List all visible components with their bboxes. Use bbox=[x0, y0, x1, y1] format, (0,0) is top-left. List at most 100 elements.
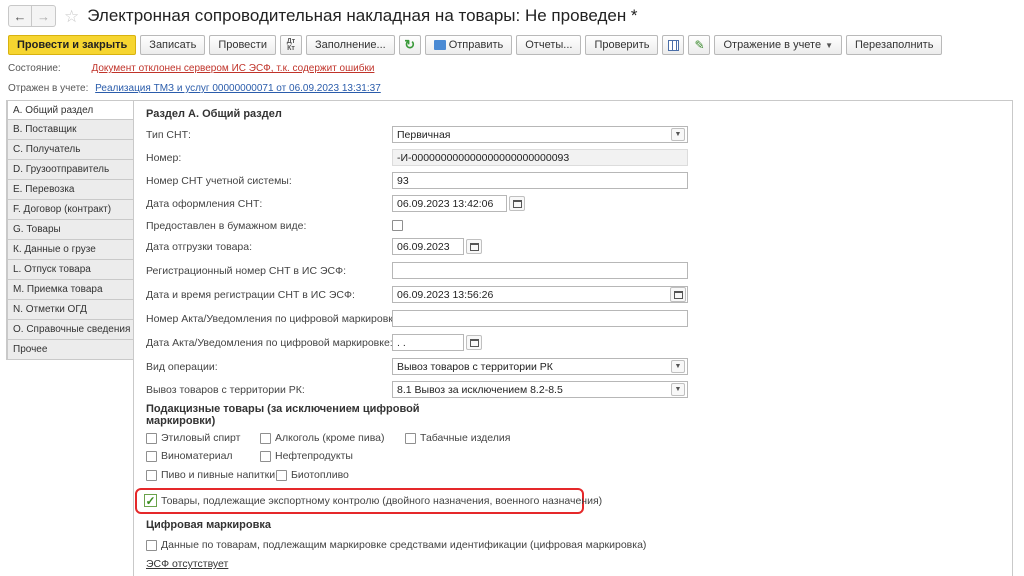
snt-type-value: Первичная bbox=[397, 128, 451, 141]
state-line: Состояние: Документ отклонен сервером ИС… bbox=[8, 63, 374, 74]
act-number-label: Номер Акта/Уведомления по цифровой марки… bbox=[146, 313, 402, 325]
section-tabs: А. Общий раздел В. Поставщик С. Получате… bbox=[6, 100, 134, 360]
act-date-label: Дата Акта/Уведомления по цифровой маркир… bbox=[146, 337, 393, 349]
operation-value: Вывоз товаров с территории РК bbox=[397, 360, 553, 373]
post-button[interactable]: Провести bbox=[209, 35, 276, 55]
reflected-link[interactable]: Реализация ТМЗ и услуг 00000000071 от 06… bbox=[95, 83, 381, 94]
refill-button[interactable]: Перезаполнить bbox=[846, 35, 943, 55]
calendar-icon[interactable] bbox=[466, 239, 482, 254]
snt-type-label: Тип СНТ: bbox=[146, 129, 191, 141]
issue-date-label: Дата оформления СНТ: bbox=[146, 198, 263, 210]
ethyl-label: Этиловый спирт bbox=[161, 432, 241, 444]
export-value: 8.1 Вывоз за исключением 8.2-8.5 bbox=[397, 383, 563, 396]
reflected-line: Отражен в учете: Реализация ТМЗ и услуг … bbox=[8, 83, 381, 94]
checkmark-icon: ✓ bbox=[145, 493, 156, 508]
act-number-field[interactable] bbox=[392, 310, 688, 327]
tab-cargo-data[interactable]: К. Данные о грузе bbox=[7, 240, 134, 260]
window-title: Электронная сопроводительная накладная н… bbox=[87, 6, 638, 25]
tab-transport[interactable]: Е. Перевозка bbox=[7, 180, 134, 200]
calendar-icon[interactable] bbox=[466, 335, 482, 350]
tab-supplier[interactable]: В. Поставщик bbox=[7, 120, 134, 140]
reports-button[interactable]: Отчеты... bbox=[516, 35, 582, 55]
alcohol-label: Алкоголь (кроме пива) bbox=[275, 432, 385, 444]
state-label: Состояние: bbox=[8, 63, 61, 74]
reg-number-field[interactable] bbox=[392, 262, 688, 279]
biofuel-checkbox[interactable] bbox=[276, 470, 287, 481]
issue-date-field[interactable]: 06.09.2023 13:42:06 bbox=[392, 195, 507, 212]
send-button[interactable]: Отправить bbox=[424, 35, 513, 55]
export-label: Вывоз товаров с территории РК: bbox=[146, 384, 305, 396]
wine-label: Виноматериал bbox=[161, 450, 233, 462]
edit-button[interactable]: ✎ bbox=[688, 35, 711, 55]
oil-label: Нефтепродукты bbox=[275, 450, 353, 462]
tab-shipper[interactable]: D. Грузоотправитель bbox=[7, 160, 134, 180]
reflection-dropdown-button[interactable]: Отражение в учете ▼ bbox=[714, 35, 843, 55]
esf-link[interactable]: ЭСФ отсутствует bbox=[146, 558, 228, 570]
toolbar: Провести и закрыть Записать Провести Дт К… bbox=[8, 35, 943, 55]
number-label: Номер: bbox=[146, 152, 182, 164]
tab-goods[interactable]: G. Товары bbox=[7, 220, 134, 240]
grid-icon bbox=[667, 39, 679, 51]
tobacco-checkbox[interactable] bbox=[405, 433, 416, 444]
ship-date-label: Дата отгрузки товара: bbox=[146, 241, 253, 253]
wine-checkbox[interactable] bbox=[146, 451, 157, 462]
marking-label: Данные по товарам, подлежащим маркировке… bbox=[161, 539, 647, 551]
marking-checkbox[interactable] bbox=[146, 540, 157, 551]
export-select[interactable]: 8.1 Вывоз за исключением 8.2-8.5 ▼ bbox=[392, 381, 688, 398]
reg-datetime-label: Дата и время регистрации СНТ в ИС ЭСФ: bbox=[146, 289, 355, 301]
tab-reference-info[interactable]: О. Справочные сведения bbox=[7, 320, 134, 340]
export-control-label: Товары, подлежащие экспортному контролю … bbox=[161, 495, 603, 507]
check-button[interactable]: Проверить bbox=[585, 35, 659, 55]
snt-type-select[interactable]: Первичная ▼ bbox=[392, 126, 688, 143]
beer-label: Пиво и пивные напитки bbox=[161, 469, 276, 481]
tab-general[interactable]: А. Общий раздел bbox=[7, 100, 134, 120]
export-control-checkbox[interactable]: ✓ bbox=[144, 494, 157, 507]
send-button-label: Отправить bbox=[448, 39, 504, 51]
chevron-down-icon: ▼ bbox=[825, 40, 834, 50]
tab-recipient[interactable]: С. Получатель bbox=[7, 140, 134, 160]
forward-arrow-icon[interactable]: → bbox=[32, 5, 56, 27]
reflected-label: Отражен в учете: bbox=[8, 83, 89, 94]
state-link[interactable]: Документ отклонен сервером ИС ЭСФ, т.к. … bbox=[91, 63, 374, 74]
ship-date-field[interactable]: 06.09.2023 bbox=[392, 238, 464, 255]
star-icon[interactable]: ☆ bbox=[64, 8, 79, 25]
chevron-down-icon[interactable]: ▼ bbox=[671, 360, 685, 373]
dt-kt-icon: Дт Кт bbox=[286, 38, 296, 52]
tab-goods-acceptance[interactable]: М. Приемка товара bbox=[7, 280, 134, 300]
save-button[interactable]: Записать bbox=[140, 35, 206, 55]
tab-ogd-marks[interactable]: N. Отметки ОГД bbox=[7, 300, 134, 320]
account-number-field[interactable]: 93 bbox=[392, 172, 688, 189]
operation-select[interactable]: Вывоз товаров с территории РК ▼ bbox=[392, 358, 688, 375]
dt-kt-button[interactable]: Дт Кт bbox=[279, 35, 302, 55]
tab-other[interactable]: Прочее bbox=[7, 340, 134, 360]
number-field: -И-000000000000000000000000093 bbox=[392, 149, 688, 166]
reflection-label: Отражение в учете bbox=[723, 39, 822, 51]
post-and-close-button[interactable]: Провести и закрыть bbox=[8, 35, 137, 55]
tobacco-label: Табачные изделия bbox=[420, 432, 511, 444]
act-date-field[interactable]: . . bbox=[392, 334, 464, 351]
paper-checkbox[interactable] bbox=[392, 220, 403, 231]
paper-label: Предоставлен в бумажном виде: bbox=[146, 220, 307, 232]
reg-datetime-field[interactable]: 06.09.2023 13:56:26 bbox=[392, 286, 688, 303]
beer-checkbox[interactable] bbox=[146, 470, 157, 481]
biofuel-label: Биотопливо bbox=[291, 469, 349, 481]
calendar-icon[interactable] bbox=[509, 196, 525, 211]
pencil-icon: ✎ bbox=[694, 38, 705, 52]
section-title: Раздел А. Общий раздел bbox=[146, 108, 282, 120]
tab-goods-release[interactable]: L. Отпуск товара bbox=[7, 260, 134, 280]
tab-contract[interactable]: F. Договор (контракт) bbox=[7, 200, 134, 220]
ethyl-checkbox[interactable] bbox=[146, 433, 157, 444]
structure-button[interactable] bbox=[662, 35, 685, 55]
refresh-icon: ↻ bbox=[404, 37, 416, 52]
refresh-button[interactable]: ↻ bbox=[398, 35, 421, 55]
alcohol-checkbox[interactable] bbox=[260, 433, 271, 444]
chevron-down-icon[interactable]: ▼ bbox=[671, 383, 685, 396]
reg-number-label: Регистрационный номер СНТ в ИС ЭСФ: bbox=[146, 265, 346, 277]
fill-button[interactable]: Заполнение... bbox=[305, 35, 395, 55]
oil-checkbox[interactable] bbox=[260, 451, 271, 462]
title-bar: ← → ☆ Электронная сопроводительная накла… bbox=[8, 4, 638, 28]
calendar-icon[interactable] bbox=[670, 287, 686, 302]
back-arrow-icon[interactable]: ← bbox=[8, 5, 32, 27]
chevron-down-icon[interactable]: ▼ bbox=[671, 128, 685, 141]
excise-title: Подакцизные товары (за исключением цифро… bbox=[146, 403, 420, 427]
